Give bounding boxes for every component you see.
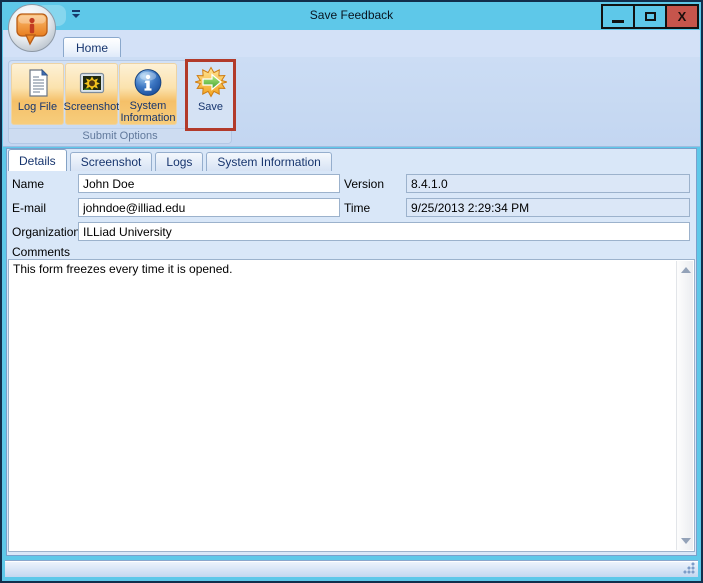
close-button[interactable]: X [665,4,699,29]
organization-label: Organization [12,225,80,239]
close-icon: X [678,9,687,24]
maximize-button[interactable] [633,4,667,29]
feedback-bubble-icon [7,3,58,54]
version-field[interactable] [406,174,690,193]
tab-screenshot[interactable]: Screenshot [70,152,153,171]
save-button-label: Save [198,101,223,113]
titlebar[interactable]: Save Feedback X [2,2,701,30]
minimize-button[interactable] [601,4,635,29]
maximize-icon [645,12,656,21]
scroll-down-icon[interactable] [681,538,691,544]
resize-grip[interactable] [683,562,695,574]
save-button[interactable]: Save [188,62,233,128]
comments-text: This form freezes every time it is opene… [13,262,672,276]
name-input[interactable] [78,174,340,193]
log-file-icon [22,67,54,99]
log-file-button-label: Log File [18,101,57,113]
email-input[interactable] [78,198,340,217]
application-orb-button[interactable] [7,3,58,54]
save-icon [195,66,227,98]
ribbon-group-submit-options: Log File Screenshot [8,60,232,144]
time-field[interactable] [406,198,690,217]
screenshot-icon [76,67,108,99]
time-label: Time [344,201,370,215]
save-feedback-window: Save Feedback X [0,0,703,583]
save-highlight-annotation: Save [185,59,236,131]
scroll-up-icon[interactable] [681,267,691,273]
organization-input[interactable] [78,222,690,241]
feedback-form-panel: Details Screenshot Logs System Informati… [6,148,697,556]
minimize-icon [612,20,624,23]
screenshot-button[interactable]: Screenshot [65,63,118,125]
comments-textarea[interactable]: This form freezes every time it is opene… [8,259,695,552]
detail-tab-strip: Details Screenshot Logs System Informati… [8,149,335,171]
email-label: E-mail [12,201,46,215]
tab-details[interactable]: Details [8,149,67,171]
screenshot-button-label: Screenshot [64,101,120,113]
name-label: Name [12,177,44,191]
ribbon-tab-home-label: Home [76,41,108,55]
system-information-button-label: System Information [120,100,176,124]
window-title: Save Feedback [2,8,701,22]
log-file-button[interactable]: Log File [11,63,64,125]
comments-label: Comments [12,245,70,259]
system-information-icon [132,67,164,98]
tab-logs[interactable]: Logs [155,152,203,171]
ribbon-tab-home[interactable]: Home [63,37,121,57]
ribbon-band: Log File Screenshot [3,57,700,147]
window-controls: X [603,4,699,29]
ribbon-tab-strip: Home [3,30,700,57]
status-bar [5,560,698,577]
comments-scrollbar[interactable] [676,261,693,550]
tab-system-information[interactable]: System Information [206,152,331,171]
system-information-button[interactable]: System Information [119,63,177,125]
version-label: Version [344,177,384,191]
